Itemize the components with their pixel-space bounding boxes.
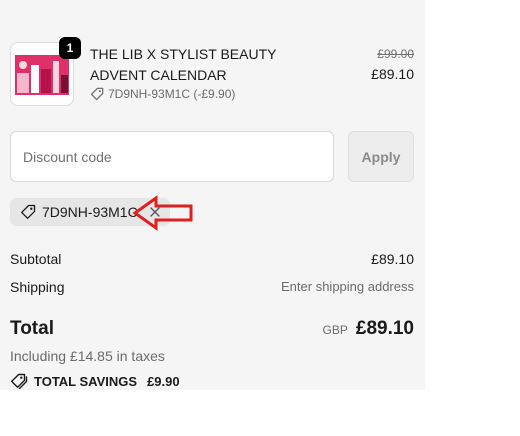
discount-code-input[interactable]	[10, 131, 334, 182]
product-name: THE LIB X STYLIST BEAUTY ADVENT CALENDAR	[90, 46, 277, 83]
shipping-label: Shipping	[10, 279, 65, 295]
currency-code: GBP	[322, 323, 348, 337]
product-image	[15, 55, 69, 95]
apply-discount-button[interactable]: Apply	[348, 131, 414, 182]
total-value: £89.10	[355, 318, 414, 339]
subtotal-value: £89.10	[371, 251, 414, 267]
subtotal-label: Subtotal	[10, 251, 62, 267]
line-item-discount-text: 7D9NH-93M1C (-£9.90)	[108, 87, 236, 101]
total-savings-value: £9.90	[147, 373, 180, 389]
total-savings-label: TOTAL SAVINGS	[34, 373, 138, 389]
quantity-badge: 1	[59, 37, 81, 59]
line-item-discount: 7D9NH-93M1C (-£9.90)	[90, 87, 235, 101]
order-summary-panel: 1 THE LIB X STYLIST BEAUTY ADVENT CALEND…	[0, 0, 425, 390]
applied-discount-code: 7D9NH-93M1C	[42, 204, 138, 220]
shipping-value: Enter shipping address	[281, 279, 414, 294]
tag-icon	[90, 87, 104, 101]
total-savings: TOTAL SAVINGS £9.90	[10, 373, 180, 389]
shipping-row: Shipping Enter shipping address	[10, 279, 414, 295]
taxes-note: Including £14.85 in taxes	[10, 348, 165, 364]
line-item-price: £89.10	[371, 66, 414, 82]
total-label: Total	[10, 318, 54, 339]
compare-at-price: £99.00	[377, 47, 414, 61]
total-amount: GBP £89.10	[323, 318, 414, 340]
tags-icon	[11, 373, 28, 389]
line-item: 1 THE LIB X STYLIST BEAUTY ADVENT CALEND…	[10, 37, 414, 108]
subtotal-row: Subtotal £89.10	[10, 251, 414, 267]
tag-icon	[21, 204, 36, 219]
annotation-arrow-icon	[132, 195, 193, 231]
